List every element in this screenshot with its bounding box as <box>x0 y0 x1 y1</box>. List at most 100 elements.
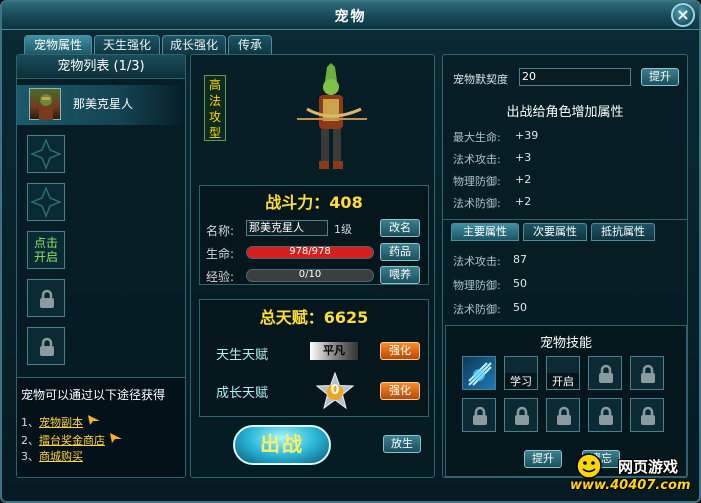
bonus-stat-value: +2 <box>515 195 532 208</box>
pet-slot-empty[interactable] <box>27 183 65 221</box>
obtain-link-mall[interactable]: 3、商城购买 <box>21 448 83 464</box>
open-slot-line-1: 点击 <box>33 236 58 250</box>
bond-value-field: 20 <box>519 68 631 86</box>
obtain-link-text[interactable]: 擂台奖金商店 <box>39 434 105 447</box>
pet-list-item-selected[interactable]: 那美克星人 <box>17 85 187 125</box>
pet-list-header: 宠物列表 (1/3) <box>17 55 185 79</box>
obtain-num: 2、 <box>21 434 39 447</box>
lock-icon <box>40 289 54 308</box>
obtain-link-dungeon[interactable]: 1、宠物副本 <box>21 414 101 430</box>
feed-button[interactable]: 喂养 <box>380 266 420 284</box>
tab-innate-enhance[interactable]: 天生强化 <box>94 35 160 55</box>
pet-window: 宠物 × 宠物属性 天生强化 成长强化 传承 宠物列表 (1/3) 那美克星人 <box>0 0 701 503</box>
skill-slot-locked <box>588 356 622 390</box>
main-stat-label: 法术攻击: <box>453 255 501 268</box>
exp-bar: 0/10 <box>246 269 374 282</box>
pet-type-label: 高法攻型 <box>204 75 226 141</box>
skill-slot-locked <box>504 398 538 432</box>
bonus-stat-label: 法术防御: <box>453 197 501 210</box>
skill-slot-locked <box>588 398 622 432</box>
tab-resist-attributes[interactable]: 抵抗属性 <box>591 223 655 241</box>
main-stat-value: 50 <box>513 301 527 314</box>
open-slot-line-2: 开启 <box>33 250 58 264</box>
pet-slot-open[interactable]: 点击 开启 <box>27 231 65 269</box>
talent-panel: 总天赋：6625 天生天赋 平凡 强化 成长天赋 0 强化 <box>199 299 429 417</box>
pet-slot-empty[interactable] <box>27 135 65 173</box>
pet-avatar <box>29 88 61 120</box>
obtain-link-arena-shop[interactable]: 2、擂台奖金商店 <box>21 432 123 448</box>
main-stat-value: 87 <box>513 253 527 266</box>
obtain-info: 宠物可以通过以下途径获得 1、宠物副本 2、擂台奖金商店 3、商城购买 <box>17 377 185 477</box>
medicine-button[interactable]: 药品 <box>380 243 420 261</box>
bonus-stat-value: +39 <box>515 129 539 142</box>
obtain-link-text[interactable]: 宠物副本 <box>39 416 83 429</box>
obtain-num: 1、 <box>21 416 39 429</box>
innate-enhance-button[interactable]: 强化 <box>380 342 420 360</box>
hp-label: 生命: <box>206 247 235 261</box>
open-slot-label: 点击 开启 <box>28 236 64 264</box>
skill-slot-locked <box>630 398 664 432</box>
name-label: 名称: <box>206 224 235 238</box>
pet-level: 1级 <box>334 223 352 236</box>
watermark-line-1: 网页游戏 <box>618 458 679 476</box>
skill-slot-learn[interactable]: 学习 <box>504 356 538 390</box>
bond-upgrade-button[interactable]: 提升 <box>641 68 679 86</box>
lock-icon <box>599 364 613 383</box>
talent-total: 总天赋：6625 <box>259 308 369 327</box>
skill-slot-locked <box>462 398 496 432</box>
growth-talent-label: 成长天赋 <box>216 386 269 401</box>
tab-main-attributes[interactable]: 主要属性 <box>451 223 519 241</box>
tab-pet-attributes[interactable]: 宠物属性 <box>24 35 92 55</box>
smiley-logo-icon <box>576 453 602 479</box>
bonus-stat-label: 法术攻击: <box>453 153 501 166</box>
ornament-icon <box>29 185 63 219</box>
lock-icon <box>557 406 571 425</box>
growth-value: 0 <box>330 383 340 398</box>
tab-secondary-attributes[interactable]: 次要属性 <box>523 223 587 241</box>
bond-section: 宠物默契度 20 提升 出战给角色增加属性 最大生命: +39 法术攻击: +3… <box>443 55 687 220</box>
pet-model <box>297 63 367 169</box>
innate-grade: 平凡 <box>310 342 358 360</box>
lock-icon <box>599 406 613 425</box>
pet-attributes-panel: 宠物默契度 20 提升 出战给角色增加属性 最大生命: +39 法术攻击: +3… <box>442 54 688 478</box>
skill-slot[interactable] <box>462 356 496 390</box>
skill-upgrade-button[interactable]: 提升 <box>524 450 562 468</box>
bonus-stat-label: 最大生命: <box>453 131 501 144</box>
lock-icon <box>641 406 655 425</box>
bonus-stat-value: +3 <box>515 151 532 164</box>
skill-slot-open[interactable]: 开启 <box>546 356 580 390</box>
innate-talent-label: 天生天赋 <box>216 348 269 363</box>
title-bar: 宠物 × <box>2 2 699 30</box>
tab-growth-enhance[interactable]: 成长强化 <box>162 35 226 55</box>
lock-icon <box>40 337 54 356</box>
growth-star-icon: 0 <box>316 372 354 410</box>
release-button[interactable]: 放生 <box>383 435 421 453</box>
main-stat-value: 50 <box>513 277 527 290</box>
obtain-num: 3、 <box>21 450 39 463</box>
obtain-link-text[interactable]: 商城购买 <box>39 450 83 463</box>
obtain-title: 宠物可以通过以下途径获得 <box>21 388 166 402</box>
hp-text: 978/978 <box>289 246 331 257</box>
close-button[interactable]: × <box>671 3 695 27</box>
ice-skill-icon <box>468 362 492 386</box>
bonus-stat-value: +2 <box>515 173 532 186</box>
skill-open-label: 开启 <box>547 373 579 389</box>
skill-slot-locked <box>630 356 664 390</box>
tab-inherit[interactable]: 传承 <box>228 35 272 55</box>
bonus-header: 出战给角色增加属性 <box>506 105 624 120</box>
pet-name-field: 那美克星人 <box>246 220 328 236</box>
growth-enhance-button[interactable]: 强化 <box>380 382 420 400</box>
site-watermark: 网页游戏 www.40407.com <box>566 448 701 503</box>
combat-stats: 战斗力：408 名称: 那美克星人 1级 改名 生命: 978/978 药品 经… <box>199 185 429 285</box>
rename-button[interactable]: 改名 <box>380 219 420 237</box>
main-stat-label: 物理防御: <box>453 279 501 292</box>
pet-slot-locked <box>27 327 65 365</box>
fight-button[interactable]: 出战 <box>233 425 331 465</box>
bond-label: 宠物默契度 <box>453 73 508 86</box>
window-title: 宠物 <box>334 9 367 25</box>
skill-learn-label: 学习 <box>505 373 537 389</box>
pointer-icon <box>87 415 100 425</box>
pet-detail-panel: 高法攻型 战斗力：408 名称: 那美克星人 1级 改名 生命: 978/978 <box>190 54 435 478</box>
skill-slot-locked <box>546 398 580 432</box>
hp-bar: 978/978 <box>246 246 374 259</box>
